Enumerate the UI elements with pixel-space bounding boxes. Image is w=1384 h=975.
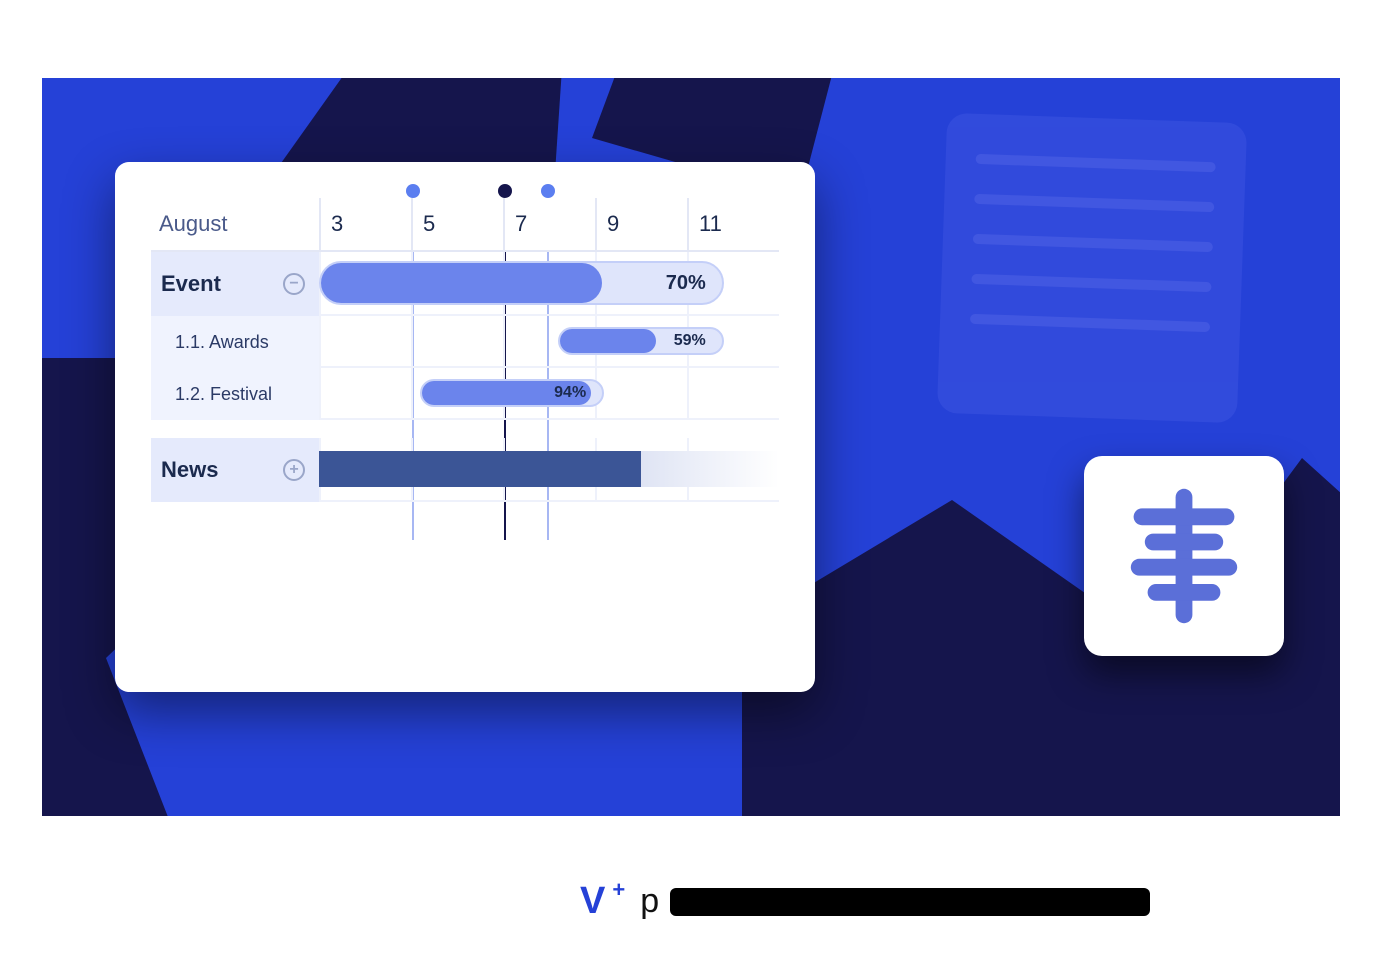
tick-label: 7 (515, 211, 527, 237)
tick-9: 9 (595, 198, 687, 250)
tick-5: 5 (411, 198, 503, 250)
tick-3: 3 (319, 198, 411, 250)
gantt-chart: August 3 5 7 9 11 (151, 198, 779, 502)
marker-dot-icon (541, 184, 555, 198)
watermark-text: p (640, 882, 660, 921)
decorative-list-icon (937, 113, 1247, 423)
row-event[interactable]: Event − 70% (151, 252, 779, 316)
timeline-ticks: 3 5 7 9 11 (319, 198, 779, 250)
bar-awards[interactable]: 59% (558, 327, 724, 355)
gantt-app-icon (1084, 456, 1284, 656)
tick-11: 11 (687, 198, 779, 250)
watermark-v: V (580, 880, 606, 923)
month-label: August (151, 211, 319, 237)
tick-label: 5 (423, 211, 435, 237)
row-news[interactable]: News + (151, 438, 779, 502)
collapse-icon[interactable]: − (283, 273, 305, 295)
row-track (319, 438, 779, 502)
gantt-card: August 3 5 7 9 11 (115, 162, 815, 692)
row-label-awards[interactable]: 1.1. Awards (151, 316, 319, 368)
watermark-plus-icon: + (612, 877, 626, 903)
watermark: V+ p (580, 880, 1150, 923)
group-name: Event (161, 271, 221, 297)
row-track: 94% (319, 368, 779, 420)
row-label-news[interactable]: News + (151, 438, 319, 502)
bar-event[interactable]: 70% (319, 261, 724, 305)
bar-festival[interactable]: 94% (420, 379, 604, 407)
tick-label: 11 (699, 211, 722, 237)
row-label-festival[interactable]: 1.2. Festival (151, 368, 319, 420)
tick-label: 3 (331, 211, 343, 237)
marker-dot-icon (406, 184, 420, 198)
bar-news[interactable] (319, 451, 779, 487)
timeline-header: August 3 5 7 9 11 (151, 198, 779, 252)
row-festival[interactable]: 1.2. Festival 94% (151, 368, 779, 420)
expand-icon[interactable]: + (283, 459, 305, 481)
group-name: News (161, 457, 218, 483)
tick-label: 9 (607, 211, 619, 237)
gantt-glyph-icon (1114, 486, 1254, 626)
tick-7: 7 (503, 198, 595, 250)
task-name: 1.1. Awards (175, 332, 269, 353)
row-awards[interactable]: 1.1. Awards 59% (151, 316, 779, 368)
task-name: 1.2. Festival (175, 384, 272, 405)
marker-dot-icon (498, 184, 512, 198)
row-track: 59% (319, 316, 779, 368)
bar-progress (560, 329, 655, 353)
bar-percent: 94% (538, 384, 602, 402)
row-label-event[interactable]: Event − (151, 252, 319, 316)
watermark-redaction-bar (670, 888, 1150, 916)
bar-percent: 70% (650, 272, 722, 295)
row-track: 70% (319, 252, 779, 316)
bar-progress (321, 263, 602, 303)
bar-percent: 59% (658, 332, 722, 350)
